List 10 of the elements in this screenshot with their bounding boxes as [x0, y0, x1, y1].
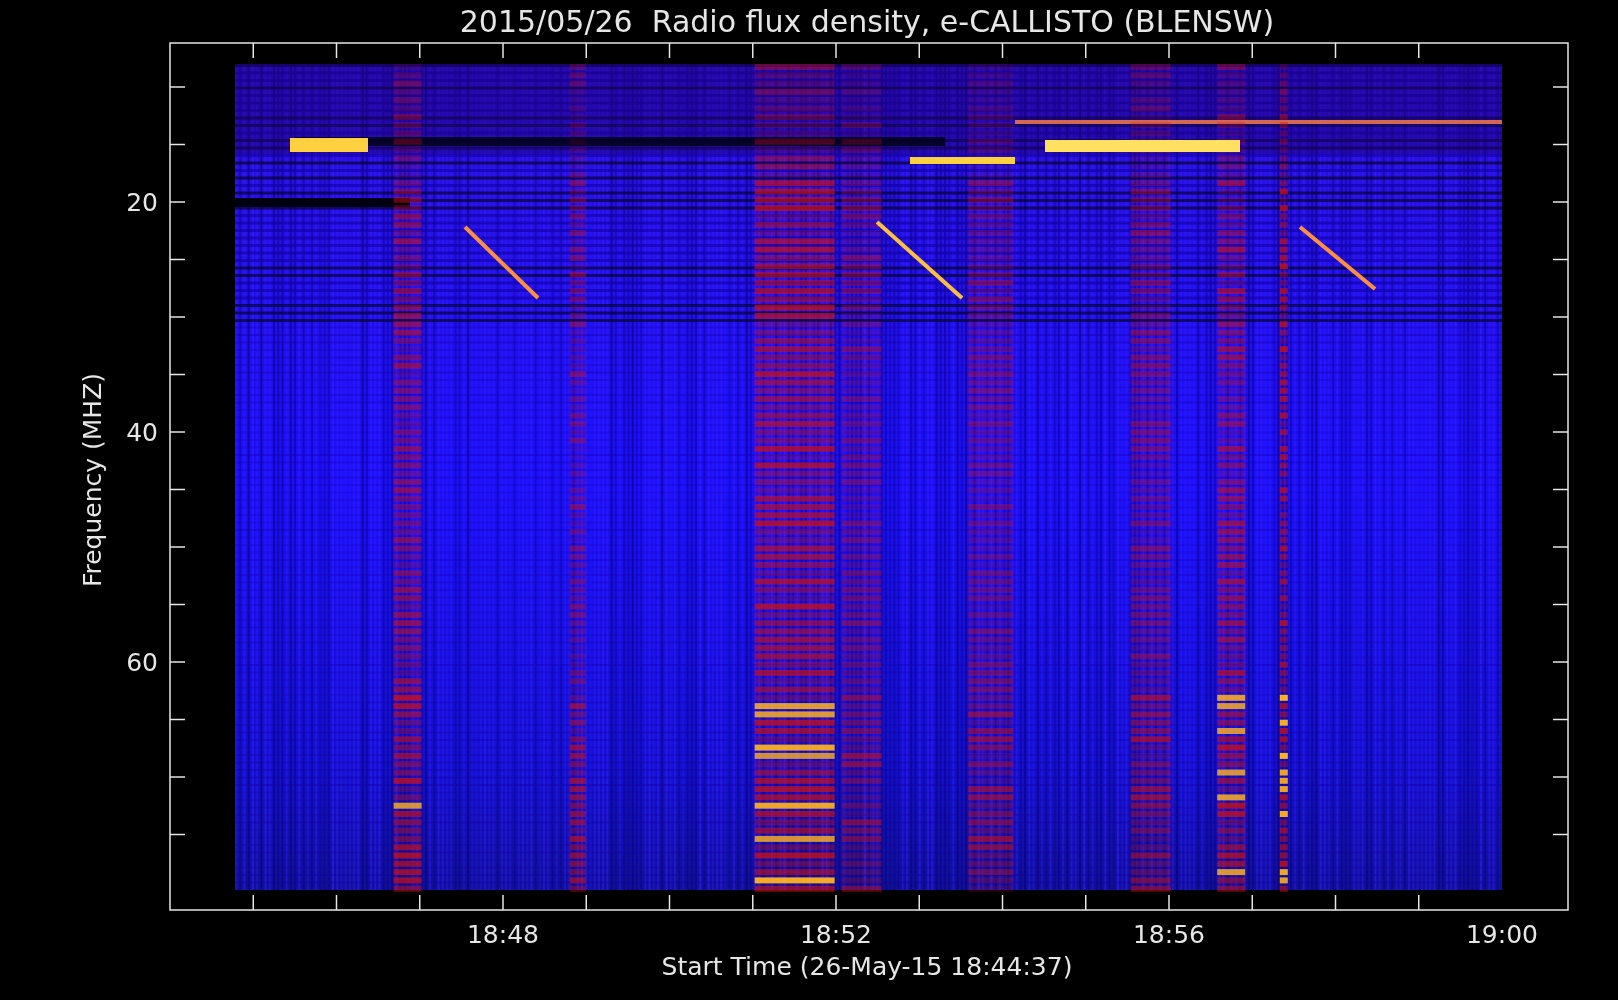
x-tick-label: 18:48: [467, 920, 539, 949]
y-tick-label: 20: [126, 188, 158, 217]
x-tick-label: 18:56: [1133, 920, 1205, 949]
x-axis-label: Start Time (26-May-15 18:44:37): [661, 952, 1073, 981]
plot-title: 2015/05/26 Radio flux density, e-CALLISTO (BLENSW): [459, 4, 1275, 39]
x-tick-label: 18:52: [800, 920, 872, 949]
y-tick-label: 40: [126, 418, 158, 447]
y-axis-label: Frequency (MHZ): [78, 372, 107, 588]
y-tick-label: 60: [126, 648, 158, 677]
x-tick-label: 19:00: [1466, 920, 1538, 949]
